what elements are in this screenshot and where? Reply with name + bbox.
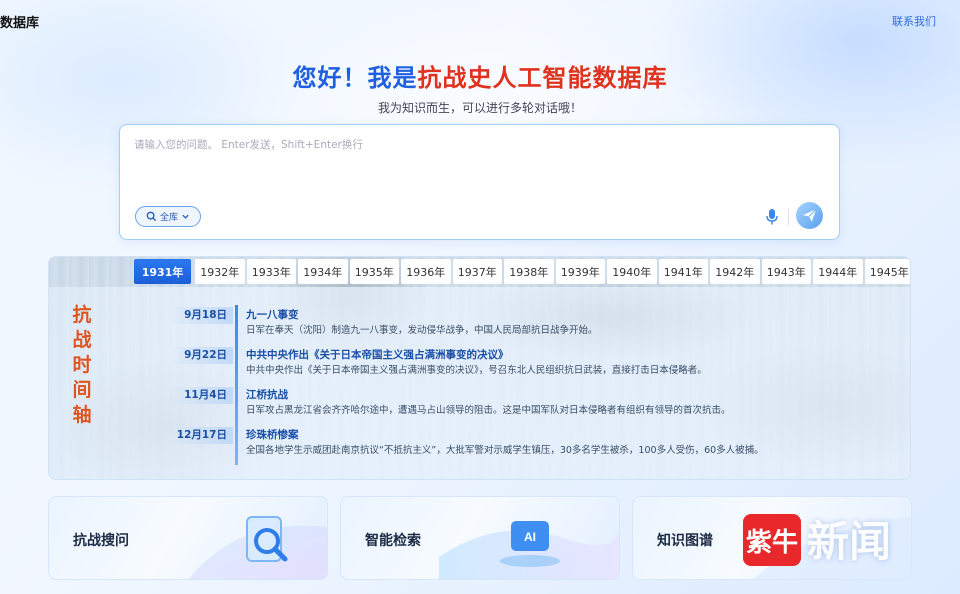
microphone-icon[interactable] <box>765 208 779 226</box>
timeline-event: 11月4日 江桥抗战 日军攻占黑龙江省会齐齐哈尔途中，遭遇马占山领导的阻击。这是… <box>49 387 910 425</box>
hero-greeting: 您好！我是 <box>292 64 418 92</box>
event-title[interactable]: 珍珠桥惨案 <box>246 427 299 444</box>
event-title[interactable]: 中共中央作出《关于日本帝国主义强占满洲事变的决议》 <box>246 347 509 364</box>
card-smart-retrieval[interactable]: 智能检索 AI <box>340 496 620 580</box>
paper-plane-icon <box>802 209 817 222</box>
search-magnifier-icon <box>188 516 327 579</box>
hero-brand: 抗战史人工智能数据库 <box>417 64 668 92</box>
hero: 您好！我是抗战史人工智能数据库 我为知识而生，可以进行多轮对话哦！ <box>0 58 960 116</box>
year-tabs: 1931年 1932年 1933年 1934年 1935年 1936年 1937… <box>134 259 910 284</box>
send-button[interactable] <box>796 202 823 229</box>
timeline-event: 9月18日 九一八事变 日军在奉天（沈阳）制造九一八事变，发动侵华战争，中国人民… <box>49 307 910 345</box>
card-label: 抗战搜问 <box>73 533 129 549</box>
chevron-down-icon <box>182 214 189 219</box>
question-input[interactable] <box>134 137 825 197</box>
event-date: 12月17日 <box>171 427 233 444</box>
event-title[interactable]: 江桥抗战 <box>246 387 288 404</box>
year-tab-1937[interactable]: 1937年 <box>452 259 502 284</box>
event-description: 全国各地学生示威团赴南京抗议“不抵抗主义”，大批军警对示威学生镇压，30多名学生… <box>246 445 764 456</box>
ai-chip-icon: AI <box>439 521 619 579</box>
card-label: 知识图谱 <box>657 533 713 549</box>
event-date: 11月4日 <box>171 387 233 404</box>
scope-label: 全库 <box>159 213 178 223</box>
timeline-event: 9月22日 中共中央作出《关于日本帝国主义强占满洲事变的决议》 中共中央作出《关… <box>49 347 910 385</box>
year-tab-1932[interactable]: 1932年 <box>195 259 245 284</box>
year-tab-1942[interactable]: 1942年 <box>710 259 760 284</box>
year-tab-1938[interactable]: 1938年 <box>504 259 554 284</box>
event-date: 9月22日 <box>171 347 233 364</box>
hero-subtitle: 我为知识而生，可以进行多轮对话哦！ <box>377 101 582 115</box>
scope-selector[interactable]: 全库 <box>135 206 201 227</box>
event-description: 日军在奉天（沈阳）制造九一八事变，发动侵华战争，中国人民局部抗日战争开始。 <box>246 325 598 336</box>
card-label: 智能检索 <box>365 533 421 549</box>
contact-us-link[interactable]: 联系我们 <box>892 13 936 29</box>
timeline-event: 12月17日 珍珠桥惨案 全国各地学生示威团赴南京抗议“不抵抗主义”，大批军警对… <box>49 427 910 465</box>
svg-text:AI: AI <box>524 530 536 544</box>
event-description: 日军攻占黑龙江省会齐齐哈尔途中，遭遇马占山领导的阻击。这是中国军队对日本侵略者有… <box>246 405 731 416</box>
year-tab-1943[interactable]: 1943年 <box>761 259 811 284</box>
app-title: 数据库 <box>0 16 40 31</box>
divider <box>788 209 789 225</box>
event-date: 9月18日 <box>171 307 233 324</box>
hero-title: 您好！我是抗战史人工智能数据库 <box>0 58 960 93</box>
event-description: 中共中央作出《关于日本帝国主义强占满洲事变的决议》，号召东北人民组织抗日武装，直… <box>246 365 707 376</box>
news-logo: 紫牛 <box>743 514 801 566</box>
year-tab-1945[interactable]: 1945年 <box>864 259 910 284</box>
year-tab-1936[interactable]: 1936年 <box>401 259 451 284</box>
search-icon <box>146 211 157 222</box>
question-box: 全库 <box>119 124 840 240</box>
year-tab-1944[interactable]: 1944年 <box>813 259 863 284</box>
card-search-qa[interactable]: 抗战搜问 <box>48 496 328 580</box>
year-tab-1935[interactable]: 1935年 <box>349 259 399 284</box>
event-title[interactable]: 九一八事变 <box>246 307 299 324</box>
year-tab-1941[interactable]: 1941年 <box>658 259 708 284</box>
timeline-panel: 1931年 1932年 1933年 1934年 1935年 1936年 1937… <box>48 256 911 480</box>
year-tab-1934[interactable]: 1934年 <box>298 259 348 284</box>
year-tab-1940[interactable]: 1940年 <box>607 259 657 284</box>
year-tab-1939[interactable]: 1939年 <box>555 259 605 284</box>
year-tab-1933[interactable]: 1933年 <box>246 259 296 284</box>
year-tab-1931[interactable]: 1931年 <box>134 259 191 284</box>
news-watermark: 新闻 <box>807 517 892 566</box>
